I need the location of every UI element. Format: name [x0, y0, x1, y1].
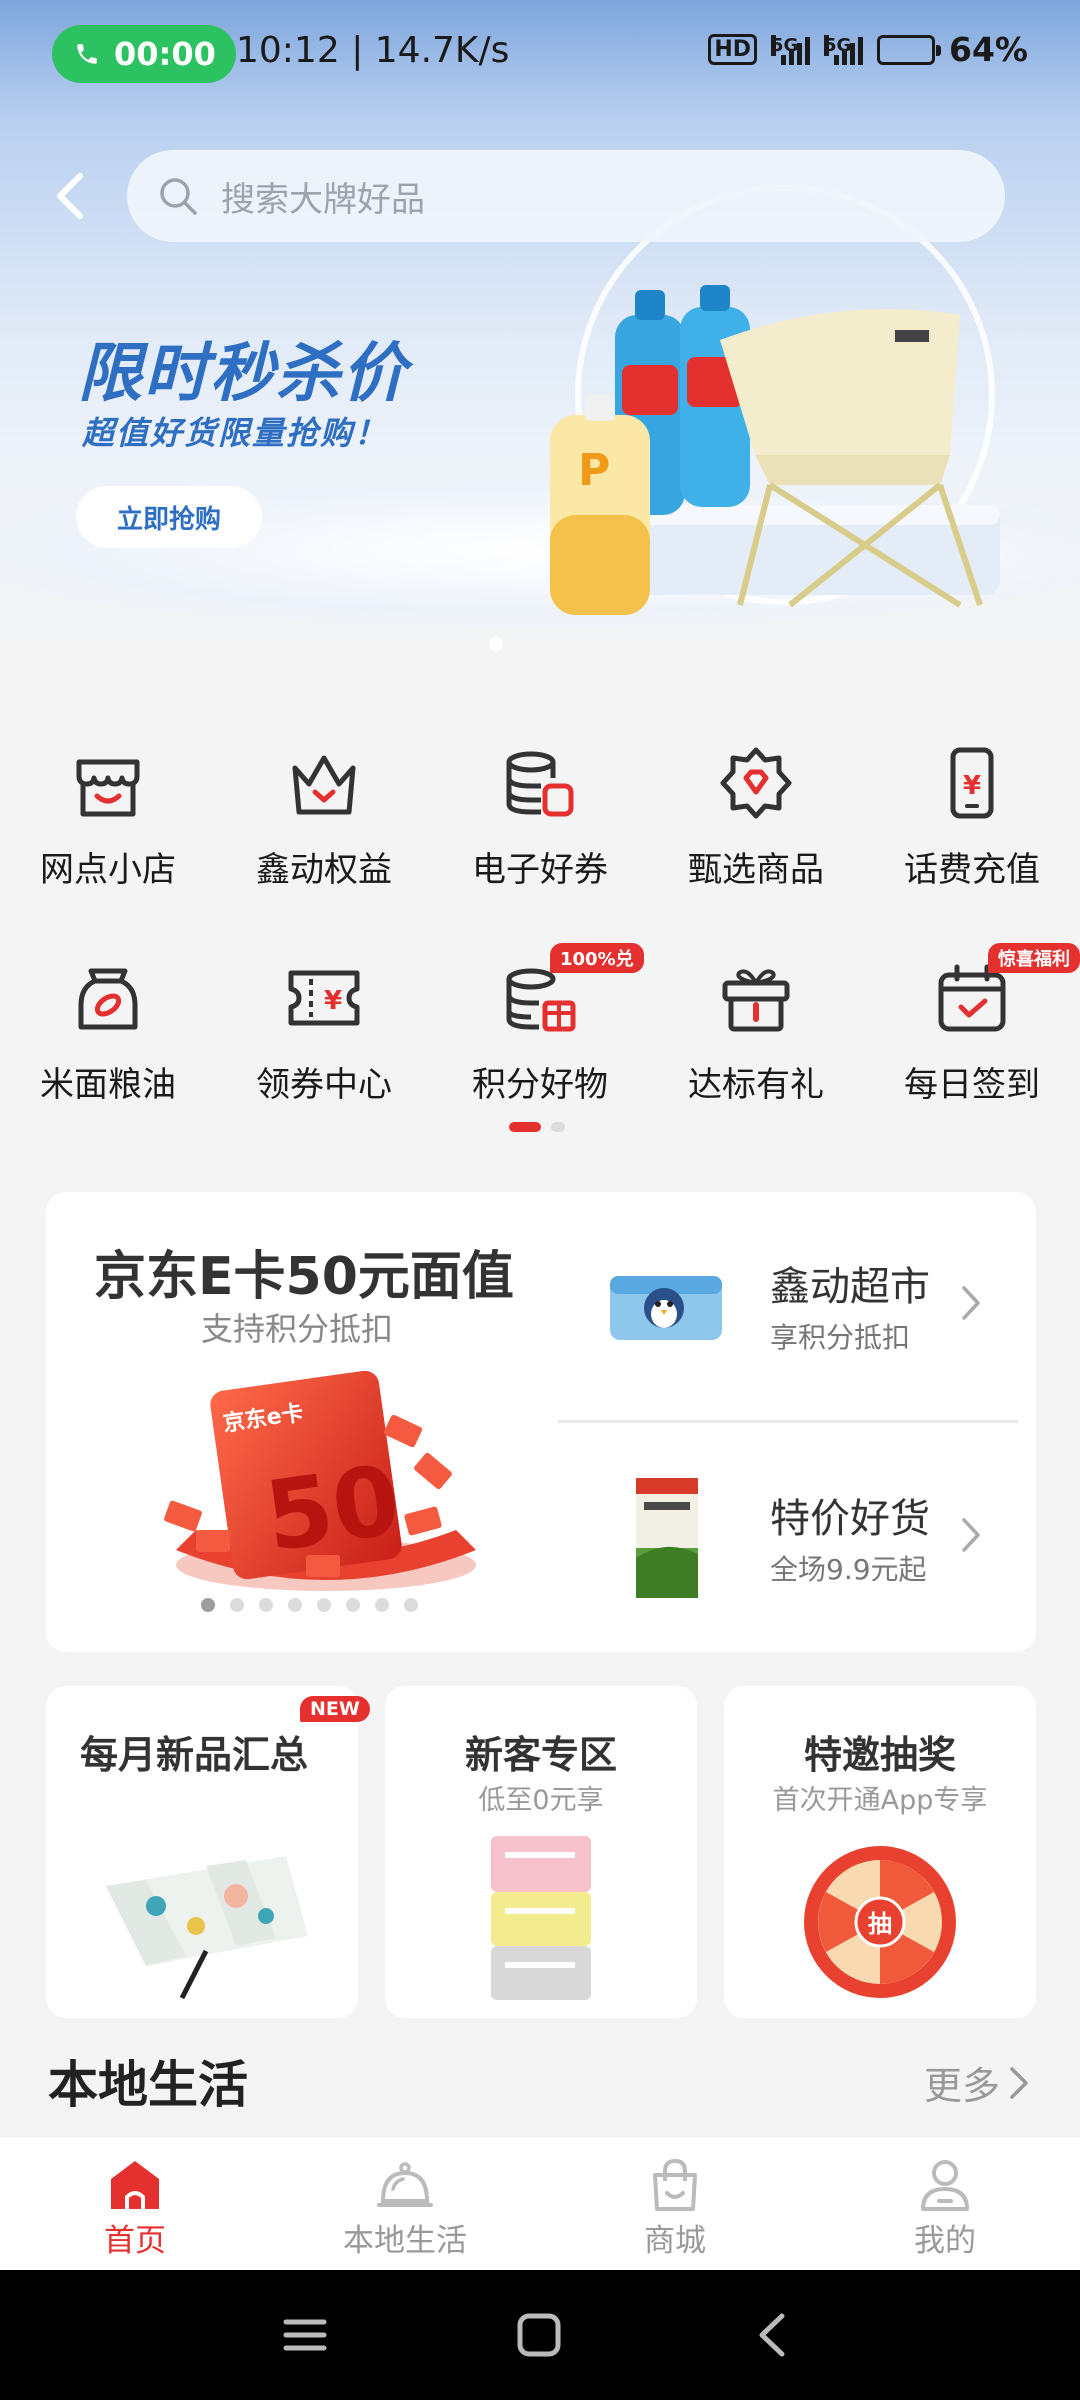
banner-product-image: P	[550, 285, 1000, 615]
system-navigation-bar	[0, 2270, 1080, 2400]
signal-icon: 5G	[771, 34, 810, 65]
ecard-promo-card: 京东E卡50元面值 支持积分抵扣 京东e卡 50 鑫动超市 享积分抵扣 特价好货…	[46, 1192, 1036, 1652]
monthly-new-card[interactable]: 每月新品汇总 NEW	[46, 1686, 370, 2018]
chevron-right-icon	[1010, 2066, 1028, 2099]
grid-item-coupon[interactable]: 电子好券	[432, 730, 648, 945]
tab-home[interactable]: 首页	[0, 2137, 270, 2270]
grid-item-rights[interactable]: 鑫动权益	[216, 730, 432, 945]
chevron-right-icon	[962, 1518, 980, 1552]
search-placeholder: 搜索大牌好品	[221, 179, 425, 220]
new-badge: NEW	[300, 1696, 370, 1722]
grid-item-phone-recharge[interactable]: ¥ 话费充值	[864, 730, 1080, 945]
svg-text:抽: 抽	[868, 1910, 892, 1938]
tissue-stack-image	[491, 1836, 591, 2000]
grid-item-coupon-center[interactable]: ¥ 领券中心	[216, 945, 432, 1160]
ecard-title: 京东E卡50元面值	[94, 1247, 514, 1307]
rice-bag-icon	[78, 968, 138, 1030]
ecard-image: 京东e卡 50	[164, 1370, 476, 1591]
special-deals-subtitle: 全场9.9元起	[770, 1553, 927, 1586]
signal-icon: 5G	[824, 34, 863, 65]
svg-text:¥: ¥	[963, 771, 981, 801]
special-deals-title: 特价好货	[770, 1496, 930, 1542]
new-customer-card[interactable]: 新客专区 低至0元享	[385, 1686, 697, 2018]
grid-item-grain-oil[interactable]: 米面粮油	[0, 945, 216, 1160]
banner-buy-button[interactable]: 立即抢购	[76, 486, 262, 548]
banner-page-dot	[489, 637, 503, 651]
user-icon	[921, 2160, 969, 2211]
umbrella-image	[106, 1856, 308, 2000]
banner-title: 限时秒杀价	[78, 337, 408, 411]
search-input[interactable]: 搜索大牌好品	[127, 150, 1005, 242]
time-and-speed: 10:12 | 14.7K/s	[236, 30, 510, 71]
grid-item-daily-checkin[interactable]: 惊喜福利 每日签到	[864, 943, 1080, 1160]
snack-bag-image	[636, 1478, 698, 1598]
lucky-draw-title: 特邀抽奖	[803, 1733, 956, 1777]
banner-subtitle: 超值好货限量抢购！	[82, 414, 389, 452]
new-customer-subtitle: 低至0元享	[478, 1785, 604, 1816]
surprise-badge: 惊喜福利	[988, 943, 1080, 973]
prize-wheel-image: 抽	[804, 1846, 956, 1998]
local-life-more-link[interactable]: 更多	[924, 2055, 1032, 2110]
local-life-heading: 本地生活	[48, 2056, 248, 2114]
crown-icon	[292, 755, 356, 815]
tissue-pack-image	[610, 1276, 722, 1340]
battery-percent: 64%	[949, 30, 1028, 69]
supermarket-subtitle: 享积分抵扣	[770, 1321, 911, 1354]
hd-voice-icon: HD	[708, 34, 757, 65]
supermarket-entry[interactable]: 鑫动超市 享积分抵扣	[566, 1206, 1016, 1406]
ticket-icon: ¥	[288, 970, 360, 1026]
lucky-draw-subtitle: 首次开通App专享	[772, 1785, 988, 1816]
ecard-carousel-dots	[201, 1598, 418, 1612]
cloche-icon	[377, 2162, 433, 2207]
phone-icon	[77, 44, 97, 64]
tab-local-life[interactable]: 本地生活	[270, 2137, 540, 2270]
battery-icon	[877, 34, 941, 65]
bottom-tab-bar: 首页 本地生活 商城 我的	[0, 2136, 1080, 2270]
grid-item-shop[interactable]: 网点小店	[0, 730, 216, 945]
svg-text:¥: ¥	[324, 986, 342, 1016]
svg-text:P: P	[578, 445, 610, 496]
shopping-bag-icon	[653, 2158, 697, 2211]
call-indicator[interactable]: 00:00	[52, 25, 236, 83]
status-indicators: HD 5G 5G 64%	[708, 30, 1028, 69]
ecard-subtitle: 支持积分抵扣	[201, 1310, 394, 1348]
coin-coupon-icon	[506, 751, 574, 817]
shop-icon	[76, 759, 140, 817]
home-square-icon[interactable]	[512, 2308, 566, 2362]
diamond-badge-icon	[720, 747, 792, 819]
grid-item-selected-goods[interactable]: 甄选商品	[648, 730, 864, 945]
home-icon	[111, 2161, 159, 2209]
new-customer-title: 新客专区	[464, 1733, 617, 1777]
status-bar: 00:00 10:12 | 14.7K/s HD 5G 5G 64%	[0, 0, 1080, 105]
gift-box-icon	[722, 969, 790, 1032]
back-button[interactable]	[42, 162, 98, 230]
back-arrow-icon	[57, 173, 83, 219]
special-deals-entry[interactable]: 特价好货 全场9.9元起	[566, 1438, 1016, 1638]
quick-entry-grid: 网点小店 鑫动权益 电子好券 甄选商品 ¥ 话费充值 米面粮油 ¥ 领券中心 1…	[0, 730, 1080, 1160]
call-timer: 00:00	[114, 35, 216, 73]
chevron-right-icon	[962, 1286, 980, 1320]
points-badge: 100%兑	[550, 943, 644, 973]
phone-recharge-icon: ¥	[950, 747, 994, 819]
grid-page-indicator	[509, 1122, 565, 1132]
tab-mall[interactable]: 商城	[540, 2137, 810, 2270]
back-triangle-icon[interactable]	[746, 2308, 800, 2362]
grid-item-reward[interactable]: 达标有礼	[648, 945, 864, 1160]
lucky-draw-card[interactable]: 特邀抽奖 首次开通App专享 抽	[724, 1686, 1036, 2018]
supermarket-title: 鑫动超市	[770, 1264, 930, 1310]
tab-profile[interactable]: 我的	[810, 2137, 1080, 2270]
card-divider	[558, 1420, 1018, 1423]
menu-icon[interactable]	[278, 2308, 332, 2362]
search-icon	[160, 178, 197, 215]
monthly-new-title: 每月新品汇总	[80, 1733, 309, 1777]
svg-text:50: 50	[259, 1444, 407, 1574]
